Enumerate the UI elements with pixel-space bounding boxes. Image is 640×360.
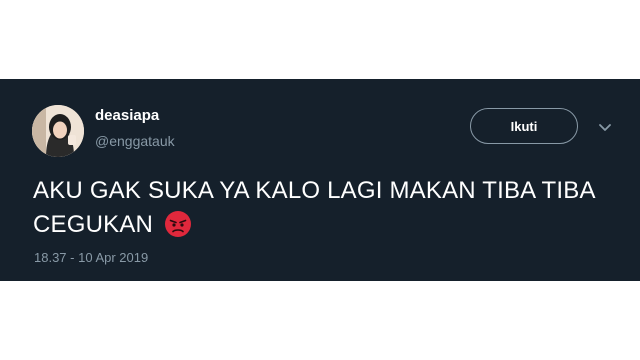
author-handle[interactable]: @enggatauk (95, 132, 175, 150)
angry-face-icon (164, 211, 191, 237)
tweet-card: deasiapa @enggatauk Ikuti AKU GAK SUKA Y… (0, 79, 640, 281)
avatar-image (32, 105, 84, 157)
tweet-text: AKU GAK SUKA YA KALO LAGI MAKAN TIBA TIB… (33, 177, 595, 238)
tweet-timestamp[interactable]: 18.37 - 10 Apr 2019 (34, 250, 148, 266)
author-display-name[interactable]: deasiapa (95, 107, 159, 125)
chevron-down-icon[interactable] (597, 119, 613, 135)
avatar[interactable] (32, 105, 84, 157)
follow-button[interactable]: Ikuti (470, 108, 578, 144)
tweet-body: AKU GAK SUKA YA KALO LAGI MAKAN TIBA TIB… (33, 174, 603, 242)
